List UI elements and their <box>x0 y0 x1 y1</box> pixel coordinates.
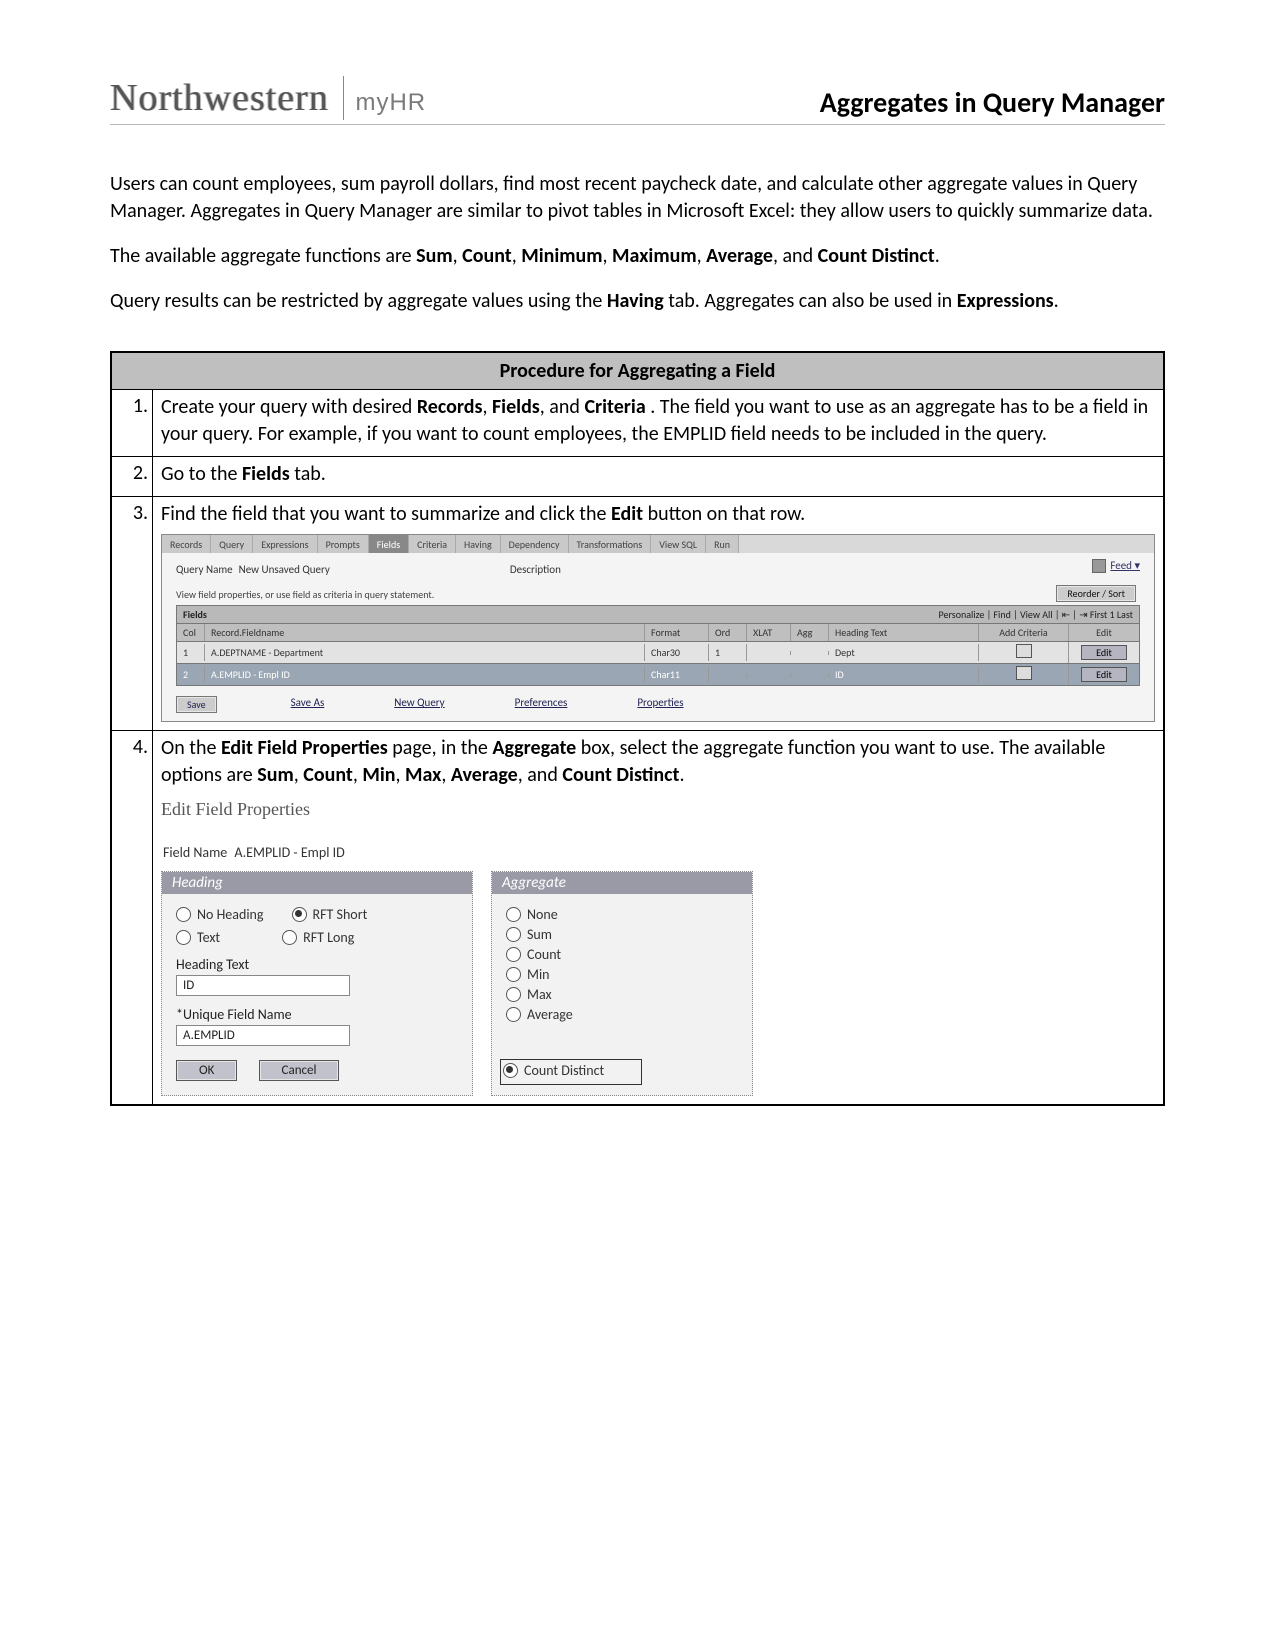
brand-northwestern: Northwestern <box>110 76 344 120</box>
step-3-text: Find the field that you want to summariz… <box>161 501 1155 528</box>
radio-none[interactable]: None <box>506 906 558 923</box>
preferences-link[interactable]: Preferences <box>515 696 568 713</box>
cancel-button[interactable]: Cancel <box>259 1060 340 1081</box>
efp-fieldname-value: A.EMPLID - Empl ID <box>234 844 344 861</box>
intro-p3: Query results can be restricted by aggre… <box>110 288 1165 315</box>
new-query-link[interactable]: New Query <box>394 696 444 713</box>
tab-having[interactable]: Having <box>456 535 501 553</box>
table-row: 3. Find the field that you want to summa… <box>111 497 1164 731</box>
tab-records[interactable]: Records <box>162 535 211 553</box>
page-title: Aggregates in Query Manager <box>820 85 1165 120</box>
table-row: 4. On the Edit Field Properties page, in… <box>111 731 1164 1106</box>
edit-button[interactable]: Edit <box>1081 645 1127 660</box>
save-as-link[interactable]: Save As <box>291 696 325 713</box>
properties-link[interactable]: Properties <box>637 696 683 713</box>
grid-nav[interactable]: Personalize | Find | View All | ⇤ | ⇥ Fi… <box>939 608 1133 621</box>
count-distinct-highlight: Count Distinct <box>500 1059 642 1085</box>
procedure-table: Procedure for Aggregating a Field 1. Cre… <box>110 351 1165 1106</box>
heading-text-label: Heading Text <box>176 956 458 973</box>
tab-expressions[interactable]: Expressions <box>253 535 317 553</box>
step-1-text: Create your query with desired Records, … <box>153 390 1165 457</box>
radio-count[interactable]: Count <box>506 946 561 963</box>
grid-header: Col Record.Fieldname Format Ord XLAT Agg… <box>176 623 1140 642</box>
add-criteria-icon[interactable] <box>1016 666 1032 680</box>
radio-rft-long[interactable]: RFT Long <box>282 929 354 946</box>
feed-icon <box>1092 559 1106 573</box>
tab-query[interactable]: Query <box>211 535 253 553</box>
radio-text[interactable]: Text <box>176 929 220 946</box>
step-number: 1. <box>111 390 153 457</box>
radio-max[interactable]: Max <box>506 986 552 1003</box>
radio-min[interactable]: Min <box>506 966 550 983</box>
heading-text-input[interactable]: ID <box>176 975 350 996</box>
qm-tab-bar: Records Query Expressions Prompts Fields… <box>162 535 1154 553</box>
edit-field-properties-panel: Edit Field Properties Field Name A.EMPLI… <box>161 799 781 1096</box>
radio-no-heading[interactable]: No Heading <box>176 906 264 923</box>
description-label: Description <box>510 563 561 576</box>
tab-dependency[interactable]: Dependency <box>501 535 569 553</box>
tab-fields[interactable]: Fields <box>369 535 409 553</box>
unique-field-input[interactable]: A.EMPLID <box>176 1025 350 1046</box>
tab-prompts[interactable]: Prompts <box>318 535 369 553</box>
reorder-sort-button[interactable]: Reorder / Sort <box>1056 585 1136 602</box>
query-manager-panel: Records Query Expressions Prompts Fields… <box>161 534 1155 722</box>
table-row: 2 A.EMPLID - Empl ID Char11 ID Edit <box>176 664 1140 686</box>
step-4-text: On the Edit Field Properties page, in th… <box>161 735 1155 789</box>
intro-p2: The available aggregate functions are Su… <box>110 243 1165 270</box>
step-number: 3. <box>111 497 153 731</box>
footer-links: Save Save As New Query Preferences Prope… <box>176 696 1140 713</box>
table-row: 1 A.DEPTNAME - Department Char30 1 Dept … <box>176 642 1140 664</box>
radio-rft-short[interactable]: RFT Short <box>292 906 368 923</box>
aggregate-panel: Aggregate None Sum Count Min Max Average… <box>491 871 753 1096</box>
heading-panel-title: Heading <box>162 872 472 894</box>
tab-run[interactable]: Run <box>706 535 739 553</box>
step-number: 4. <box>111 731 153 1106</box>
save-button[interactable]: Save <box>176 696 217 713</box>
feed-link[interactable]: Feed ▾ <box>1092 559 1140 573</box>
aggregate-panel-title: Aggregate <box>492 872 752 894</box>
radio-sum[interactable]: Sum <box>506 926 552 943</box>
step-2-text: Go to the Fields tab. <box>153 457 1165 497</box>
table-row: 1. Create your query with desired Record… <box>111 390 1164 457</box>
intro-block: Users can count employees, sum payroll d… <box>110 171 1165 315</box>
edit-button[interactable]: Edit <box>1081 667 1127 682</box>
ok-button[interactable]: OK <box>176 1060 237 1081</box>
efp-fieldname-label: Field Name <box>163 844 227 861</box>
radio-average[interactable]: Average <box>506 1006 573 1023</box>
brand-myhr: myHR <box>355 89 426 116</box>
efp-title: Edit Field Properties <box>161 799 781 820</box>
fields-section-title: Fields <box>183 608 207 621</box>
brand-block: Northwestern myHR <box>110 76 426 120</box>
heading-panel: Heading No Heading RFT Short Text RFT Lo… <box>161 871 473 1096</box>
tab-view-sql[interactable]: View SQL <box>651 535 706 553</box>
hint-text: View field properties, or use field as c… <box>176 588 434 601</box>
add-criteria-icon[interactable] <box>1016 644 1032 658</box>
query-name-value: New Unsaved Query <box>239 563 330 576</box>
radio-count-distinct[interactable]: Count Distinct <box>503 1062 604 1079</box>
step-number: 2. <box>111 457 153 497</box>
table-row: 2. Go to the Fields tab. <box>111 457 1164 497</box>
procedure-heading: Procedure for Aggregating a Field <box>111 352 1164 390</box>
tab-criteria[interactable]: Criteria <box>409 535 456 553</box>
unique-field-label: *Unique Field Name <box>176 1006 458 1023</box>
query-name-label: Query Name <box>176 563 233 576</box>
tab-transformations[interactable]: Transformations <box>569 535 652 553</box>
intro-p1: Users can count employees, sum payroll d… <box>110 171 1165 225</box>
